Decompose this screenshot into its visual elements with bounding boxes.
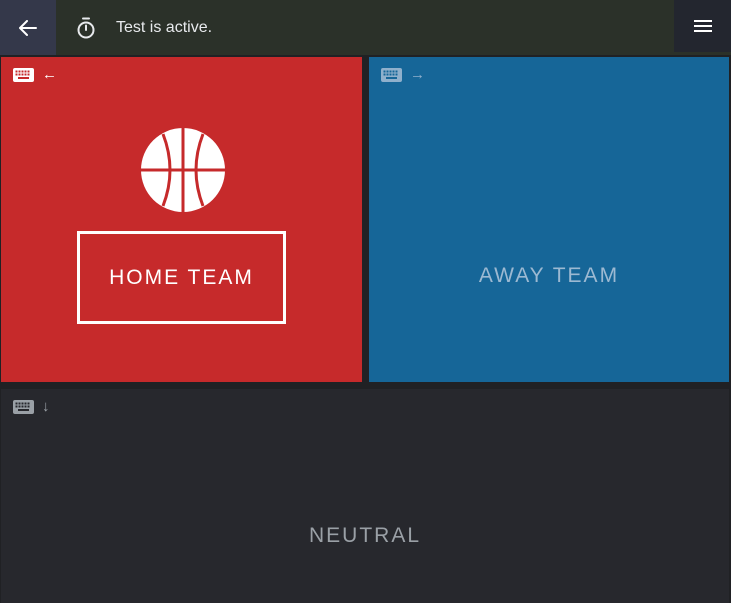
home-team-label: HOME TEAM xyxy=(109,265,254,289)
neutral-label: NEUTRAL xyxy=(308,524,422,547)
menu-button[interactable] xyxy=(674,0,731,52)
test-status: Test is active. xyxy=(76,0,212,55)
neutral-keyboard-hint: ↓ xyxy=(13,399,50,414)
keyboard-icon xyxy=(13,67,34,82)
hamburger-menu-icon xyxy=(693,20,712,32)
down-arrow-key: ↓ xyxy=(42,398,50,415)
home-team-panel[interactable]: ← HOME TEAM xyxy=(1,57,362,382)
keyboard-icon xyxy=(13,399,34,414)
neutral-panel[interactable]: ↓ NEUTRAL xyxy=(1,389,729,603)
basketball-icon xyxy=(141,128,225,212)
away-team-panel[interactable]: → AWAY TEAM xyxy=(369,57,729,382)
top-bar: Test is active. xyxy=(0,0,731,55)
left-arrow-key: ← xyxy=(42,66,57,83)
away-keyboard-hint: → xyxy=(381,67,425,82)
home-keyboard-hint: ← xyxy=(13,67,57,82)
stopwatch-icon xyxy=(77,17,95,38)
home-team-selected-box: HOME TEAM xyxy=(77,231,286,324)
keyboard-icon xyxy=(381,67,402,82)
status-text: Test is active. xyxy=(116,18,213,36)
away-team-label: AWAY TEAM xyxy=(478,264,620,287)
right-arrow-key: → xyxy=(410,66,425,83)
app-frame: Test is active. ← HOME TEAM → AWAY TEAM … xyxy=(0,0,731,603)
arrow-left-icon xyxy=(19,19,37,36)
back-button[interactable] xyxy=(0,0,56,55)
